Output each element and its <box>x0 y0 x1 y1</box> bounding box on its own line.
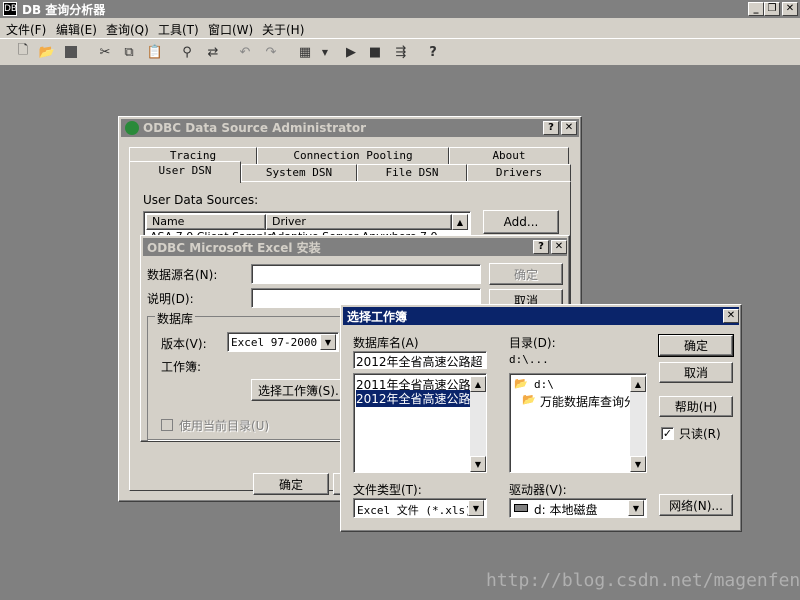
list-item-selected[interactable]: 2012年全省高速公路超 <box>356 390 470 407</box>
close-icon[interactable]: ✕ <box>782 2 798 16</box>
drive-label: 驱动器(V): <box>509 483 567 497</box>
dbname-input[interactable]: 2012年全省高速公路超 <box>353 351 487 369</box>
menu-edit[interactable]: 编辑(E) <box>56 21 97 38</box>
add-button[interactable]: Add... <box>483 210 559 234</box>
database-group-label: 数据库 <box>155 310 196 327</box>
tab-user-dsn[interactable]: User DSN <box>129 161 241 183</box>
odbc-admin-title-bar: ODBC Data Source Administrator <box>121 119 579 137</box>
menu-query[interactable]: 查询(Q) <box>106 21 149 38</box>
open-folder-icon[interactable]: 📂 <box>36 42 58 62</box>
menu-bar: 文件(F) 编辑(E) 查询(Q) 工具(T) 窗口(W) 关于(H) <box>0 18 800 38</box>
drive-select[interactable]: d: 本地磁盘 ▼ <box>509 498 647 518</box>
cut-icon[interactable]: ✂ <box>94 42 116 62</box>
version-label: 版本(V): <box>161 337 207 351</box>
col-driver-header[interactable]: Driver <box>266 214 452 230</box>
stop-icon[interactable]: ■ <box>364 42 386 62</box>
select-workbook-button[interactable]: 选择工作簿(S)... <box>251 379 345 401</box>
save-icon[interactable] <box>60 42 82 62</box>
find-icon[interactable]: ⚲ <box>176 42 198 62</box>
dir-list[interactable]: 📂 d:\ 📂 万能数据库查询分 ▲ ▼ <box>509 373 647 473</box>
menu-tools[interactable]: 工具(T) <box>158 21 199 38</box>
app-icon: DB <box>3 2 18 16</box>
picker-close-icon[interactable]: ✕ <box>723 309 739 323</box>
use-current-dir-label: 使用当前目录(U) <box>179 419 270 433</box>
select-workbook-title-bar: 选择工作簿 <box>343 307 739 325</box>
select-workbook-title: 选择工作簿 <box>347 309 408 324</box>
dir-scroll-up-icon[interactable]: ▲ <box>630 376 646 392</box>
dropdown-arrow-icon[interactable]: ▼ <box>314 42 336 62</box>
folder-open-icon: 📂 <box>514 377 528 390</box>
dbname-label: 数据库名(A) <box>353 336 419 350</box>
version-dropdown-arrow-icon[interactable]: ▼ <box>320 334 336 350</box>
watermark: http://blog.csdn.net/magenfeng <box>486 570 800 591</box>
new-file-icon[interactable]: 🗋 <box>12 42 34 62</box>
excel-setup-title-bar: ODBC Microsoft Excel 安装 <box>143 238 567 256</box>
dsn-input[interactable] <box>251 264 481 284</box>
use-current-dir-checkbox[interactable] <box>161 419 173 431</box>
dir-scroll-down-icon[interactable]: ▼ <box>630 456 646 472</box>
odbc-close-icon[interactable]: ✕ <box>561 121 577 135</box>
tab-drivers[interactable]: Drivers <box>467 164 571 182</box>
network-button[interactable]: 网络(N)... <box>659 494 733 516</box>
tab-file-dsn[interactable]: File DSN <box>357 164 467 182</box>
version-select[interactable]: Excel 97-2000 ▼ <box>227 332 339 352</box>
dsn-label: 数据源名(N): <box>147 268 218 282</box>
step-icon[interactable]: ⇶ <box>390 42 412 62</box>
minimize-icon[interactable]: _ <box>748 2 764 16</box>
excel-ok-button[interactable]: 确定 <box>489 263 563 285</box>
filetype-label: 文件类型(T): <box>353 483 422 497</box>
run-icon[interactable]: ▶ <box>340 42 362 62</box>
menu-file[interactable]: 文件(F) <box>6 21 46 38</box>
menu-window[interactable]: 窗口(W) <box>208 21 253 38</box>
select-workbook-dialog: 选择工作簿 ✕ 数据库名(A) 2012年全省高速公路超 2011年全省高速公路… <box>340 304 742 532</box>
excel-help-icon[interactable]: ? <box>533 240 549 254</box>
dir-item[interactable]: 万能数据库查询分 <box>540 393 630 410</box>
app-title-bar: DB DB 查询分析器 _ ❐ ✕ <box>0 0 800 18</box>
file-scroll-down-icon[interactable]: ▼ <box>470 456 486 472</box>
picker-cancel-button[interactable]: 取消 <box>659 362 733 383</box>
readonly-checkbox[interactable]: ✓ <box>661 427 674 440</box>
restore-icon[interactable]: ❐ <box>764 2 780 16</box>
drive-icon <box>514 504 528 512</box>
grid-icon[interactable]: ▦ <box>294 42 316 62</box>
user-sources-label: User Data Sources: <box>143 193 259 207</box>
app-title: DB 查询分析器 <box>22 3 106 17</box>
dir-item[interactable]: d:\ <box>534 378 554 391</box>
readonly-label: 只读(R) <box>679 427 721 441</box>
odbc-globe-icon <box>125 121 139 135</box>
picker-ok-button[interactable]: 确定 <box>658 334 734 357</box>
file-list[interactable]: 2011年全省高速公路超 2012年全省高速公路超 ▲ ▼ <box>353 373 487 473</box>
redo-icon[interactable]: ↷ <box>260 42 282 62</box>
odbc-help-icon[interactable]: ? <box>543 121 559 135</box>
tab-connection-pooling[interactable]: Connection Pooling <box>257 147 449 165</box>
tab-system-dsn[interactable]: System DSN <box>241 164 357 182</box>
folder-open-icon: 📂 <box>522 393 536 406</box>
drive-dropdown-arrow-icon[interactable]: ▼ <box>628 500 644 516</box>
help-icon[interactable]: ? <box>422 42 444 62</box>
col-name-header[interactable]: Name <box>146 214 266 230</box>
dir-value: d:\... <box>509 353 549 366</box>
excel-setup-title: ODBC Microsoft Excel 安装 <box>147 240 321 255</box>
paste-icon[interactable]: 📋 <box>144 42 166 62</box>
workbook-label: 工作簿: <box>161 360 202 374</box>
menu-about[interactable]: 关于(H) <box>262 21 304 38</box>
odbc-admin-title: ODBC Data Source Administrator <box>143 121 367 135</box>
tab-about[interactable]: About <box>449 147 569 165</box>
list-scroll-up-icon[interactable]: ▲ <box>452 214 468 230</box>
file-scroll-up-icon[interactable]: ▲ <box>470 376 486 392</box>
dir-label: 目录(D): <box>509 336 556 350</box>
desc-label: 说明(D): <box>147 292 194 306</box>
copy-icon[interactable]: ⧉ <box>118 42 140 62</box>
undo-icon[interactable]: ↶ <box>234 42 256 62</box>
filetype-dropdown-arrow-icon[interactable]: ▼ <box>468 500 484 516</box>
replace-icon[interactable]: ⇄ <box>202 42 224 62</box>
picker-help-button[interactable]: 帮助(H) <box>659 396 733 417</box>
filetype-select[interactable]: Excel 文件 (*.xls) ▼ <box>353 498 487 518</box>
odbc-ok-button[interactable]: 确定 <box>253 473 329 495</box>
excel-close-icon[interactable]: ✕ <box>551 240 567 254</box>
toolbar: 🗋 📂 ✂ ⧉ 📋 ⚲ ⇄ ↶ ↷ ▦ ▼ ▶ ■ ⇶ ? <box>0 38 800 66</box>
